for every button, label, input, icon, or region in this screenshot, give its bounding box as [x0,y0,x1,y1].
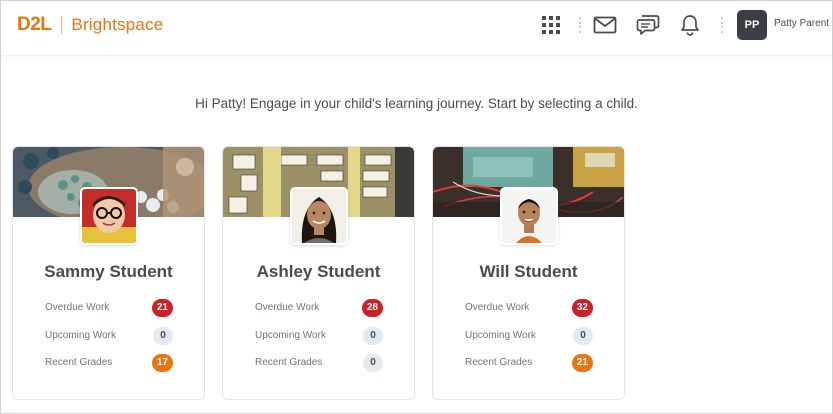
recent-grades-badge: 0 [363,354,383,372]
stat-label: Upcoming Work [45,330,116,341]
child-card-sammy[interactable]: Sammy Student Overdue Work 21 Upcoming W… [12,146,205,400]
upcoming-count-badge: 0 [573,327,593,345]
overdue-work-row[interactable]: Overdue Work 28 [255,299,383,317]
overdue-count-badge: 21 [151,299,173,317]
bell-icon[interactable] [678,13,702,37]
recent-grades-row[interactable]: Recent Grades 21 [465,354,593,372]
logo-divider [61,16,63,34]
child-card-ashley[interactable]: Ashley Student Overdue Work 28 Upcoming … [222,146,415,400]
upcoming-work-row[interactable]: Upcoming Work 0 [465,327,593,345]
mail-icon[interactable] [593,13,617,37]
header-separator [579,17,581,33]
stat-label: Recent Grades [465,357,533,368]
child-avatar [79,187,138,245]
overdue-work-row[interactable]: Overdue Work 32 [465,299,593,317]
logo-mark: D2L [17,14,52,35]
recent-grades-row[interactable]: Recent Grades 0 [255,354,383,372]
stat-label: Recent Grades [255,357,323,368]
stat-label: Overdue Work [465,302,530,313]
upcoming-work-row[interactable]: Upcoming Work 0 [45,327,173,345]
user-avatar[interactable]: PP [737,10,767,40]
stat-label: Recent Grades [45,357,113,368]
recent-grades-row[interactable]: Recent Grades 17 [45,354,173,372]
child-avatar [289,187,348,245]
welcome-message: Hi Patty! Engage in your child's learnin… [195,96,638,111]
child-name: Ashley Student [256,262,381,281]
logo-name: Brightspace [71,15,164,34]
recent-grades-badge: 21 [571,354,593,372]
child-avatar [499,187,558,245]
apps-grid-icon[interactable] [539,13,563,37]
stat-label: Overdue Work [255,302,320,313]
brightspace-logo[interactable]: D2L Brightspace [17,14,163,36]
user-name[interactable]: Patty Parent [774,18,829,29]
recent-grades-badge: 17 [151,354,173,372]
child-card-will[interactable]: Will Student Overdue Work 32 Upcoming Wo… [432,146,625,400]
stat-label: Upcoming Work [255,330,326,341]
overdue-count-badge: 32 [571,299,593,317]
stat-label: Upcoming Work [465,330,536,341]
overdue-count-badge: 28 [361,299,383,317]
header-separator [721,17,723,33]
top-navbar: D2L Brightspace PP Patty Parent [1,1,832,56]
upcoming-work-row[interactable]: Upcoming Work 0 [255,327,383,345]
chat-icon[interactable] [636,13,660,37]
child-name: Will Student [479,262,578,281]
child-name: Sammy Student [44,262,173,281]
upcoming-count-badge: 0 [153,327,173,345]
overdue-work-row[interactable]: Overdue Work 21 [45,299,173,317]
upcoming-count-badge: 0 [363,327,383,345]
stat-label: Overdue Work [45,302,110,313]
